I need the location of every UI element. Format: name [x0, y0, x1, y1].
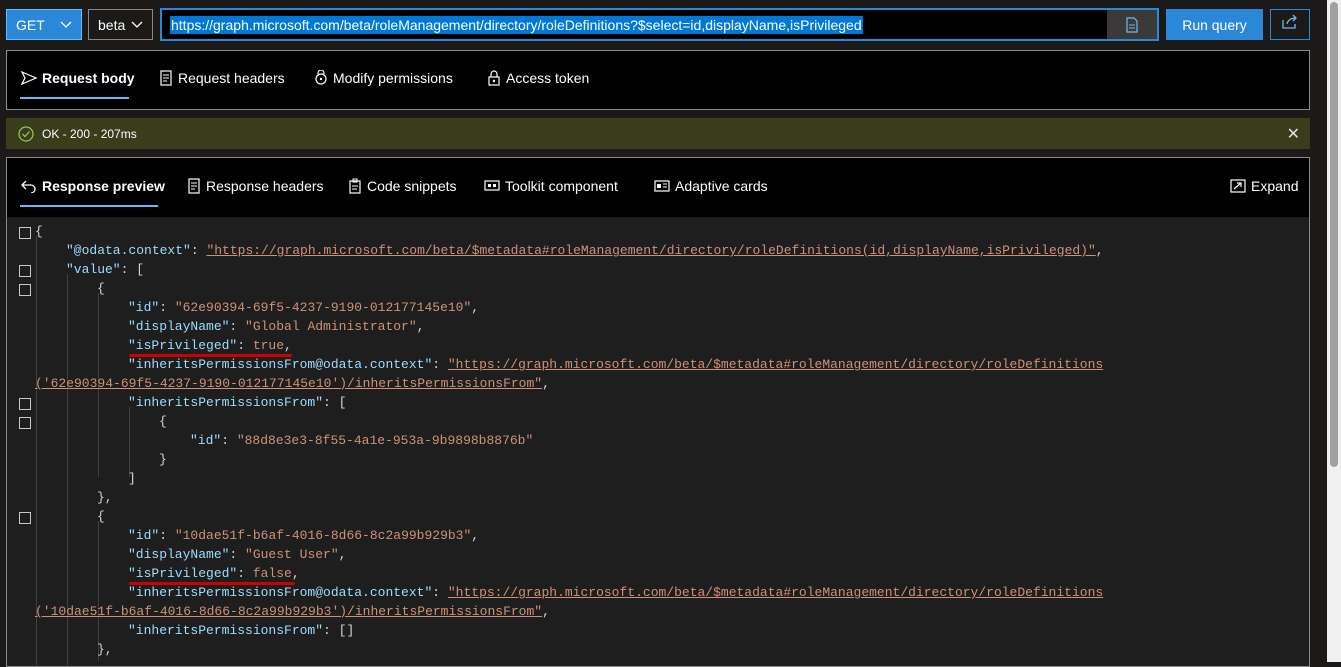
json-line: "displayName": "Global Administrator",	[128, 319, 425, 334]
json-line: "id": "62e90394-69f5-4237-9190-012177145…	[128, 300, 480, 315]
context-link[interactable]: "https://graph.microsoft.com/beta/$metad…	[448, 585, 1103, 600]
fold-toggle[interactable]	[19, 398, 31, 410]
version-dropdown[interactable]: beta	[88, 9, 153, 40]
chevron-down-icon	[131, 15, 143, 38]
fold-toggle[interactable]	[19, 227, 31, 239]
expand-icon	[1230, 179, 1246, 193]
permissions-icon	[315, 70, 327, 85]
undo-icon	[21, 180, 36, 193]
close-icon[interactable]: ✕	[1287, 124, 1300, 144]
url-text: https://graph.microsoft.com/beta/roleMan…	[170, 15, 863, 34]
headers-icon	[160, 70, 172, 86]
json-line: }	[159, 452, 167, 467]
status-bar: OK - 200 - 207ms ✕	[6, 118, 1310, 149]
json-line: "@odata.context": "https://graph.microso…	[66, 243, 1104, 258]
json-line: {	[35, 224, 43, 239]
request-panel: Request body Request headers Modify perm…	[6, 50, 1310, 110]
expand-button[interactable]: Expand	[1230, 176, 1298, 196]
url-input[interactable]: https://graph.microsoft.com/beta/roleMan…	[160, 8, 1159, 41]
json-line: "inheritsPermissionsFrom": [	[128, 395, 347, 410]
json-line: "id": "10dae51f-b6af-4016-8d66-8c2a99b92…	[128, 528, 480, 543]
run-query-button[interactable]: Run query	[1166, 9, 1263, 40]
page-scrollbar[interactable]	[1327, 0, 1341, 662]
json-line: "inheritsPermissionsFrom@odata.context":…	[128, 357, 1104, 372]
tab-label: Access token	[506, 70, 590, 86]
active-tab-indicator	[20, 97, 129, 99]
tab-label: Response preview	[42, 178, 165, 194]
tab-response-preview[interactable]: Response preview	[21, 176, 165, 196]
context-link[interactable]: ('62e90394-69f5-4237-9190-012177145e10')…	[35, 376, 542, 391]
tab-label: Request body	[42, 70, 135, 86]
tab-adaptive-cards[interactable]: Adaptive cards	[654, 176, 768, 196]
expand-label: Expand	[1251, 178, 1299, 194]
json-line: {	[97, 509, 105, 524]
json-line: },	[97, 490, 113, 505]
tab-response-headers[interactable]: Response headers	[187, 176, 324, 196]
context-link[interactable]: ('10dae51f-b6af-4016-8d66-8c2a99b929b3')…	[35, 604, 542, 619]
json-line: "id": "88d8e3e3-8f55-4a1e-953a-9b9898b88…	[190, 433, 534, 448]
json-line: ]	[128, 471, 136, 486]
fold-toggle[interactable]	[19, 417, 31, 429]
json-line: {	[159, 414, 167, 429]
version-label: beta	[98, 16, 126, 33]
json-line: ('10dae51f-b6af-4016-8d66-8c2a99b929b3')…	[35, 604, 550, 619]
fold-toggle[interactable]	[19, 512, 31, 524]
scrollbar-thumb[interactable]	[1330, 2, 1338, 467]
tab-label: Code snippets	[367, 178, 457, 194]
json-line: "inheritsPermissionsFrom@odata.context":…	[128, 585, 1104, 600]
chevron-down-icon	[60, 15, 72, 38]
response-panel: Response preview Response headers Code s…	[6, 157, 1310, 667]
tab-modify-permissions[interactable]: Modify permissions	[314, 68, 453, 88]
card-icon	[654, 180, 670, 192]
success-icon	[18, 125, 34, 142]
clipboard-icon	[349, 178, 361, 194]
json-line: "displayName": "Guest User",	[128, 547, 347, 562]
json-line: ('62e90394-69f5-4237-9190-012177145e10')…	[35, 376, 550, 391]
tab-toolkit-component[interactable]: Toolkit component	[484, 176, 618, 196]
lock-icon	[488, 70, 500, 86]
json-line: {	[97, 281, 105, 296]
context-link[interactable]: "https://graph.microsoft.com/beta/$metad…	[448, 357, 1103, 372]
json-line: },	[97, 642, 113, 657]
status-text: OK - 200 - 207ms	[42, 126, 137, 141]
tab-label: Response headers	[206, 178, 324, 194]
share-icon	[1281, 14, 1299, 35]
method-dropdown[interactable]: GET	[6, 9, 82, 40]
tab-label: Modify permissions	[333, 70, 453, 86]
send-icon	[21, 71, 37, 85]
tab-label: Adaptive cards	[675, 178, 768, 194]
headers-icon	[188, 178, 200, 194]
tab-label: Toolkit component	[505, 178, 618, 194]
json-line: "isPrivileged": false,	[128, 566, 300, 581]
document-icon[interactable]	[1107, 10, 1157, 39]
indent-guide	[129, 407, 130, 477]
response-tabs: Response preview Response headers Code s…	[7, 158, 1309, 217]
tab-request-headers[interactable]: Request headers	[159, 68, 285, 88]
context-link[interactable]: "https://graph.microsoft.com/beta/$metad…	[206, 243, 1095, 258]
fold-toggle[interactable]	[19, 265, 31, 277]
tab-access-token[interactable]: Access token	[487, 68, 589, 88]
tab-code-snippets[interactable]: Code snippets	[348, 176, 457, 196]
share-button[interactable]	[1270, 9, 1310, 40]
active-tab-indicator	[20, 205, 158, 207]
fold-toggle[interactable]	[19, 284, 31, 296]
tab-request-body[interactable]: Request body	[21, 68, 135, 88]
json-line: "value": [	[66, 262, 145, 277]
json-line: "inheritsPermissionsFrom": []	[128, 623, 355, 638]
json-viewer: { "@odata.context": "https://graph.micro…	[7, 217, 1309, 666]
method-label: GET	[16, 16, 45, 33]
json-line: "isPrivileged": true,	[128, 338, 292, 353]
toolkit-icon	[484, 180, 500, 191]
tab-label: Request headers	[178, 70, 285, 86]
